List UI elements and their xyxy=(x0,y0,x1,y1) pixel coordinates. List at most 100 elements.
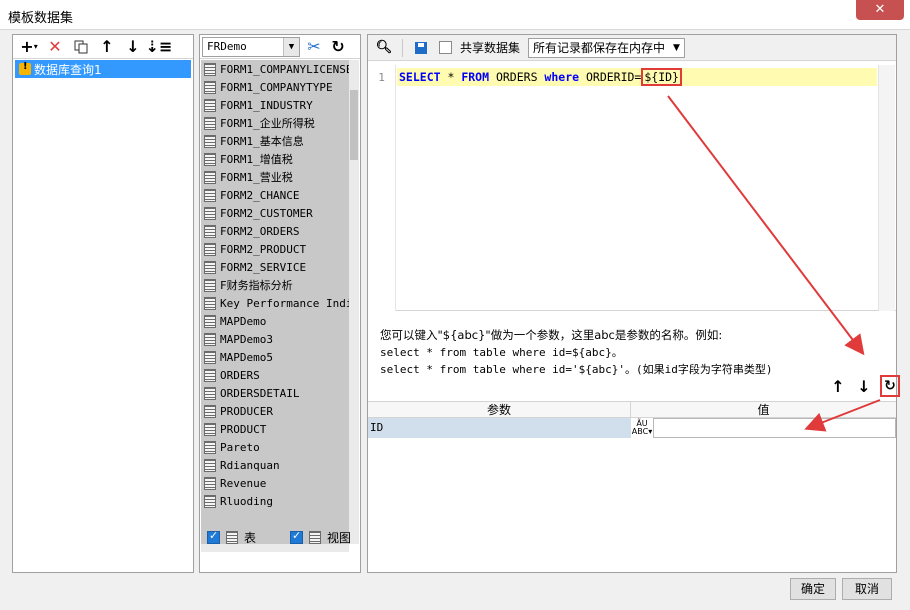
table-icon xyxy=(204,476,216,490)
list-item[interactable]: MAPDemo3 xyxy=(201,330,349,348)
show-tables-checkbox[interactable] xyxy=(207,529,220,544)
editor-scrollbar[interactable] xyxy=(878,65,895,311)
table-name: MAPDemo xyxy=(220,314,267,328)
window-title: 模板数据集 xyxy=(8,11,74,26)
share-dataset-checkbox[interactable] xyxy=(439,41,452,54)
table-icon xyxy=(204,440,216,454)
storage-mode-select[interactable]: 所有记录都保存在内存中 ▼ xyxy=(528,37,685,58)
parameter-name: ID xyxy=(368,418,631,438)
list-item[interactable]: FORM1_基本信息 xyxy=(201,132,349,150)
table-browser-panel: FRDemo ▼ ✂ ↻ FORM1_COMPANYLICENSE FORM1_C… xyxy=(199,34,361,573)
dataset-list-panel: +▾ ✕ ↑ ↓ ⇣≡ 数据库查询1 xyxy=(12,34,194,573)
list-item[interactable]: FORM1_增值税 xyxy=(201,150,349,168)
list-item[interactable]: FORM2_SERVICE xyxy=(201,258,349,276)
table-row[interactable]: ID ÃU ABC▾ xyxy=(368,418,896,438)
table-icon xyxy=(204,98,216,112)
chevron-down-icon[interactable]: ▼ xyxy=(283,37,299,56)
delete-icon[interactable]: ✕ xyxy=(45,37,65,57)
table-name: FORM1_营业税 xyxy=(220,171,293,184)
cancel-button[interactable]: 取消 xyxy=(842,578,892,600)
table-icon xyxy=(204,386,216,400)
table-icon xyxy=(204,242,216,256)
parameter-value-input[interactable] xyxy=(653,418,896,438)
refresh-icon[interactable]: ↻ xyxy=(884,378,896,394)
list-item[interactable]: FORM2_CHANCE xyxy=(201,186,349,204)
list-item[interactable]: MAPDemo xyxy=(201,312,349,330)
list-item[interactable]: FORM1_INDUSTRY xyxy=(201,96,349,114)
save-icon[interactable] xyxy=(411,38,431,58)
preview-icon[interactable]: 🔍︎ xyxy=(374,38,394,58)
sql-star: * xyxy=(440,70,462,84)
vertical-scrollbar[interactable] xyxy=(349,60,359,544)
sql-keyword-select: SELECT xyxy=(399,70,441,84)
list-item[interactable]: FORM1_COMPANYTYPE xyxy=(201,78,349,96)
table-icon xyxy=(204,134,216,148)
table-name: FORM2_PRODUCT xyxy=(220,242,307,256)
connection-select[interactable]: FRDemo ▼ xyxy=(202,36,300,57)
sql-editor[interactable]: 1 SELECT * FROM ORDERS where ORDERID= ${I… xyxy=(368,65,896,311)
table-icon xyxy=(204,116,216,130)
table-icon xyxy=(204,422,216,436)
table-icon xyxy=(204,368,216,382)
hint-line-2: select * from table where id=${abc}。 xyxy=(380,346,623,359)
list-item[interactable]: Pareto xyxy=(201,438,349,456)
list-item[interactable]: F财务指标分析 xyxy=(201,276,349,294)
table-icon xyxy=(204,404,216,418)
list-item[interactable]: FORM1_营业税 xyxy=(201,168,349,186)
dataset-label: 数据库查询1 xyxy=(34,62,102,77)
list-item[interactable]: FORM1_企业所得税 xyxy=(201,114,349,132)
table-name: Revenue xyxy=(220,476,267,490)
scroll-thumb[interactable] xyxy=(350,90,358,160)
refresh-icon[interactable]: ↻ xyxy=(328,37,348,57)
parameter-table-header: 参数 值 xyxy=(368,401,896,418)
sql-line[interactable]: SELECT * FROM ORDERS where ORDERID= ${ID} xyxy=(397,68,877,86)
move-down-icon[interactable]: ↓ xyxy=(123,37,143,57)
table-icon xyxy=(204,296,216,310)
refresh-parameters-button[interactable]: ↻ xyxy=(880,375,900,397)
add-icon[interactable]: + ▾ xyxy=(19,37,39,57)
table-icon xyxy=(204,458,216,472)
list-item[interactable]: FORM2_CUSTOMER xyxy=(201,204,349,222)
close-icon[interactable]: ✕ xyxy=(875,2,886,17)
table-icon xyxy=(204,278,216,292)
move-up-icon[interactable]: ↑ xyxy=(828,376,848,396)
sql-keyword-from: FROM xyxy=(461,70,490,84)
table-name: FORM2_CUSTOMER xyxy=(220,206,313,220)
sort-icon[interactable]: ⇣≡ xyxy=(146,37,173,57)
list-item[interactable]: PRODUCT xyxy=(201,420,349,438)
table-name: FORM2_SERVICE xyxy=(220,260,307,274)
show-views-checkbox[interactable] xyxy=(290,529,304,544)
table-list: FORM1_COMPANYLICENSE FORM1_COMPANYTYPE FOR… xyxy=(201,60,349,544)
list-item[interactable]: FORM1_COMPANYLICENSE xyxy=(201,60,349,78)
table-name: MAPDemo5 xyxy=(220,350,273,364)
ok-button[interactable]: 确定 xyxy=(790,578,836,600)
list-item[interactable]: ORDERSDETAIL xyxy=(201,384,349,402)
table-name: FORM1_增值税 xyxy=(220,153,293,166)
table-icon xyxy=(204,170,216,184)
chevron-down-icon[interactable]: ▼ xyxy=(673,43,680,53)
list-item[interactable]: MAPDemo5 xyxy=(201,348,349,366)
copy-icon[interactable] xyxy=(71,37,91,57)
parameter-toolbar: ↑ ↓ ↻ xyxy=(828,375,900,397)
close-button[interactable]: ✕ xyxy=(856,0,904,20)
list-item[interactable]: FORM2_ORDERS xyxy=(201,222,349,240)
list-item[interactable]: Key Performance Indic xyxy=(201,294,349,312)
dataset-toolbar: + ▾ ✕ ↑ ↓ ⇣≡ xyxy=(13,35,193,59)
list-item[interactable]: ORDERS xyxy=(201,366,349,384)
connection-settings-icon[interactable]: ✂ xyxy=(304,37,324,57)
list-item[interactable]: Revenue xyxy=(201,474,349,492)
list-item[interactable]: Rdianquan xyxy=(201,456,349,474)
dataset-item[interactable]: 数据库查询1 xyxy=(15,60,191,78)
list-item[interactable]: Rluoding xyxy=(201,492,349,510)
table-icon xyxy=(204,260,216,274)
type-selector-icon[interactable]: ÃU ABC▾ xyxy=(631,418,653,438)
table-name: Rluoding xyxy=(220,494,273,508)
table-name: MAPDemo3 xyxy=(220,332,273,346)
table-name: PRODUCT xyxy=(220,422,267,436)
move-up-icon[interactable]: ↑ xyxy=(97,37,117,57)
parameter-hint: 您可以键入"${abc}"做为一个参数，这里abc是参数的名称。例如: sele… xyxy=(380,327,880,378)
connection-value: FRDemo xyxy=(207,40,247,53)
list-item[interactable]: FORM2_PRODUCT xyxy=(201,240,349,258)
move-down-icon[interactable]: ↓ xyxy=(854,376,874,396)
list-item[interactable]: PRODUCER xyxy=(201,402,349,420)
